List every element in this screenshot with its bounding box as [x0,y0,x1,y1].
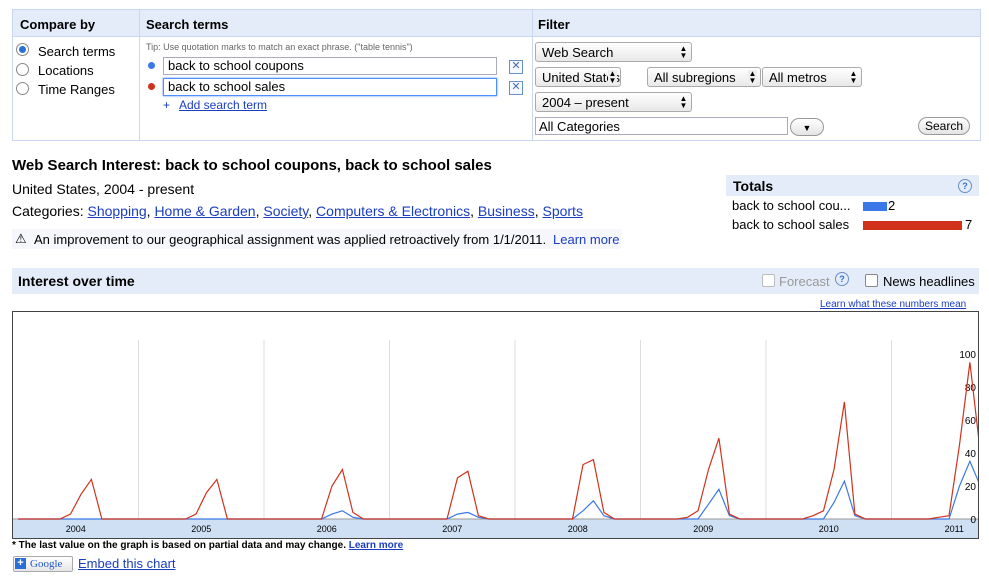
search-button[interactable]: Search [918,117,970,135]
totals-label-1: back to school cou... [732,198,851,213]
category-dropdown-button[interactable]: ▼ [790,118,824,136]
footnote-text: * The last value on the graph is based o… [12,540,346,551]
panel-header: Compare by Search terms Filter [13,10,980,37]
notice-bar: ⚠ An improvement to our geographical ass… [12,229,621,249]
time-range-select[interactable]: 2004 – present ▲ ▼ [535,92,692,112]
compare-by-heading: Compare by [20,17,96,32]
x-tick-label: 2008 [568,524,588,534]
search-term-1-input[interactable] [163,57,497,75]
search-tip: Tip: Use quotation marks to match an exa… [146,42,413,52]
search-term-2-input[interactable] [163,78,497,96]
forecast-checkbox[interactable] [762,274,775,287]
totals-header: Totals ? [726,175,979,196]
term-1-color-dot [148,62,155,69]
filter-heading: Filter [538,17,570,32]
property-select[interactable]: Web Search ▲ ▼ [535,42,692,62]
option-locations[interactable]: Locations [38,63,94,78]
property-value: Web Search [542,45,614,60]
x-tick-label: 2006 [317,524,337,534]
footnote-learn-more-link[interactable]: Learn more [349,540,403,551]
help-icon[interactable]: ? [958,179,972,193]
radio-time-ranges[interactable] [16,82,29,95]
result-subtitle: United States, 2004 - present [12,181,195,197]
category-link-business[interactable]: Business [478,203,535,219]
x-tick-label: 2005 [191,524,211,534]
forecast-label: Forecast [779,274,830,289]
y-tick-label: 100 [959,350,976,361]
plus-icon: + [15,558,26,569]
google-embed-button[interactable]: + Google [13,556,73,572]
category-link-home-garden[interactable]: Home & Garden [154,203,255,219]
categories-line: Categories: Shopping, Home & Garden, Soc… [12,203,583,219]
category-link-society[interactable]: Society [263,203,308,219]
select-arrows-icon: ▲ ▼ [608,69,617,85]
forecast-help-icon[interactable]: ? [835,272,849,286]
remove-term-1-icon[interactable]: ✕ [509,60,523,74]
metro-value: All metros [769,70,827,85]
search-terms-heading: Search terms [146,17,229,32]
add-icon: + [163,98,171,112]
add-search-term-link[interactable]: Add search term [179,98,267,112]
term-2-color-dot [148,83,155,90]
learn-numbers-link[interactable]: Learn what these numbers mean [820,299,966,310]
metro-select[interactable]: All metros ▲ ▼ [762,67,862,87]
totals-value-2: 7 [965,217,973,232]
totals-value-1: 2 [888,198,896,213]
x-tick-label: 2007 [442,524,462,534]
category-link-sports[interactable]: Sports [542,203,582,219]
option-time-ranges[interactable]: Time Ranges [38,82,115,97]
y-tick-label: 60 [965,416,977,427]
categories-label: Categories: [12,203,84,219]
google-logo-text: Google [30,558,63,570]
totals-bar-2 [863,221,962,230]
totals-label-2: back to school sales [732,217,850,232]
subregion-value: All subregions [654,70,736,85]
page-title: Web Search Interest: back to school coup… [12,157,492,174]
x-tick-label: 2009 [693,524,713,534]
category-link-shopping[interactable]: Shopping [87,203,146,219]
x-tick-label: 2004 [66,524,86,534]
notice-learn-more-link[interactable]: Learn more [553,232,619,247]
interest-chart: 2004 2005 2006 2007 2008 2009 2010 2011 100 80 60 4… [12,311,989,539]
time-range-value: 2004 – present [542,95,629,110]
warning-icon: ⚠ [15,231,27,246]
chevron-down-icon: ▼ [802,123,812,133]
news-headlines-label: News headlines [883,274,975,289]
embed-chart-link[interactable]: Embed this chart [78,556,176,571]
y-tick-label: 20 [965,482,977,493]
x-tick-label: 2010 [819,524,839,534]
x-tick-label: 2011 [945,524,964,534]
totals-bar-1 [863,202,887,211]
y-tick-label: 40 [965,449,977,460]
chart-canvas: 2004 2005 2006 2007 2008 2009 2010 201110080604… [13,340,989,538]
country-select[interactable]: United States ▲ ▼ [535,67,621,87]
radio-search-terms[interactable] [16,43,29,56]
select-arrows-icon: ▲ ▼ [748,69,757,85]
chart-footnote: * The last value on the graph is based o… [12,540,403,551]
y-tick-label: 0 [970,515,976,526]
select-arrows-icon: ▲ ▼ [679,44,688,60]
interest-title: Interest over time [18,273,135,289]
totals-title: Totals [733,178,774,194]
news-headlines-checkbox[interactable] [865,274,878,287]
series-line [18,362,989,520]
notice-text: An improvement to our geographical assig… [34,232,547,247]
category-link-computers[interactable]: Computers & Electronics [316,203,470,219]
radio-locations[interactable] [16,63,29,76]
subregion-select[interactable]: All subregions ▲ ▼ [647,67,761,87]
option-search-terms[interactable]: Search terms [38,44,115,59]
category-input[interactable]: All Categories [535,117,788,135]
remove-term-2-icon[interactable]: ✕ [509,81,523,95]
interest-section-header: Interest over time Forecast ? News headl… [12,268,979,294]
select-arrows-icon: ▲ ▼ [849,69,858,85]
compare-panel: Compare by Search terms Filter Search te… [12,9,981,141]
select-arrows-icon: ▲ ▼ [679,94,688,110]
